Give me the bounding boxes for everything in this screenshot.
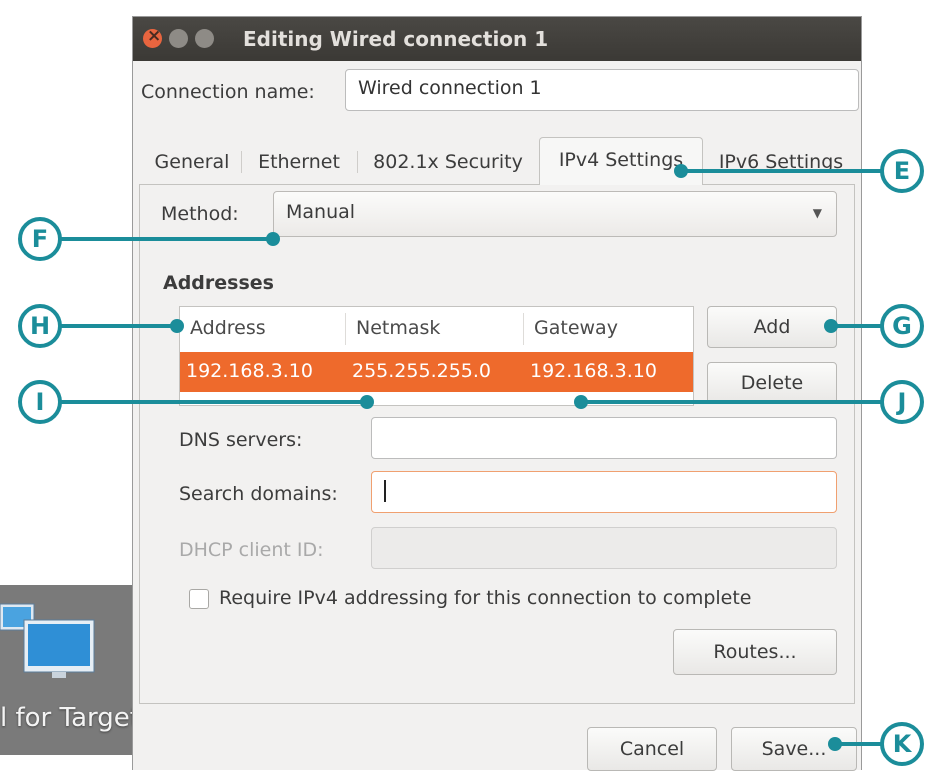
method-dropdown[interactable]: Manual ▼ xyxy=(273,191,837,237)
callout-badge-j: J xyxy=(880,380,924,424)
delete-button[interactable]: Delete xyxy=(707,362,837,404)
tab-802-1x-security[interactable]: 802.1x Security xyxy=(363,142,533,182)
cell-gateway[interactable]: 192.168.3.10 xyxy=(530,360,657,382)
routes-button[interactable]: Routes... xyxy=(673,629,837,675)
window-title: Editing Wired connection 1 xyxy=(243,27,549,51)
callout-line-f xyxy=(60,237,276,241)
callout-badge-k: K xyxy=(880,722,924,766)
search-domains-field[interactable] xyxy=(371,471,837,513)
tab-general[interactable]: General xyxy=(147,142,237,182)
callout-badge-i: I xyxy=(18,380,62,424)
cell-netmask[interactable]: 255.255.255.0 xyxy=(352,360,491,382)
add-button[interactable]: Add xyxy=(707,306,837,348)
callout-line-k xyxy=(836,742,882,746)
network-computers-icon[interactable] xyxy=(0,600,100,680)
search-domains-label: Search domains: xyxy=(179,483,338,505)
connection-name-label: Connection name: xyxy=(141,81,315,103)
dropdown-arrow-icon: ▼ xyxy=(812,206,822,220)
connection-name-field[interactable]: Wired connection 1 xyxy=(345,69,859,111)
title-bar[interactable]: Editing Wired connection 1 xyxy=(133,17,861,61)
dns-servers-label: DNS servers: xyxy=(179,429,303,451)
cancel-button[interactable]: Cancel xyxy=(587,727,717,771)
callout-line-e xyxy=(682,169,882,173)
tab-ethernet[interactable]: Ethernet xyxy=(249,142,349,182)
tab-separator xyxy=(357,151,358,173)
dns-servers-field[interactable] xyxy=(371,417,837,459)
callout-line-i xyxy=(60,400,368,404)
callout-badge-g: G xyxy=(880,304,924,348)
column-header-address[interactable]: Address xyxy=(190,317,266,339)
addresses-table[interactable]: Address Netmask Gateway 192.168.3.10 255… xyxy=(179,306,694,406)
callout-dot-g xyxy=(824,319,838,333)
addresses-heading: Addresses xyxy=(163,272,274,294)
callout-badge-e: E xyxy=(880,149,924,193)
dhcp-client-id-label: DHCP client ID: xyxy=(179,539,324,561)
callout-dot-i xyxy=(360,395,374,409)
dhcp-client-id-field xyxy=(371,527,837,569)
callout-line-j xyxy=(582,400,882,404)
tab-ipv6-settings[interactable]: IPv6 Settings xyxy=(709,142,853,182)
require-ipv4-label[interactable]: Require IPv4 addressing for this connect… xyxy=(219,587,752,609)
column-header-netmask[interactable]: Netmask xyxy=(356,317,440,339)
column-separator xyxy=(523,313,524,345)
cell-address[interactable]: 192.168.3.10 xyxy=(186,360,313,382)
callout-dot-e xyxy=(674,164,688,178)
column-separator xyxy=(345,313,346,345)
text-cursor xyxy=(384,479,386,502)
maximize-icon[interactable] xyxy=(195,29,214,48)
column-header-gateway[interactable]: Gateway xyxy=(534,317,618,339)
callout-badge-f: F xyxy=(18,217,62,261)
callout-badge-h: H xyxy=(18,304,62,348)
method-value: Manual xyxy=(286,201,356,223)
callout-line-h xyxy=(60,324,178,328)
minimize-icon[interactable] xyxy=(169,29,188,48)
callout-dot-j xyxy=(574,395,588,409)
callout-dot-f xyxy=(266,232,280,246)
callout-dot-h xyxy=(170,319,184,333)
edit-connection-dialog: Editing Wired connection 1 Connection na… xyxy=(132,16,862,771)
method-label: Method: xyxy=(161,203,239,225)
table-row[interactable]: 192.168.3.10 255.255.255.0 192.168.3.10 xyxy=(180,352,693,392)
close-icon[interactable] xyxy=(143,26,162,48)
require-ipv4-checkbox[interactable] xyxy=(189,589,209,609)
tab-separator xyxy=(241,151,242,173)
callout-dot-k xyxy=(828,737,842,751)
